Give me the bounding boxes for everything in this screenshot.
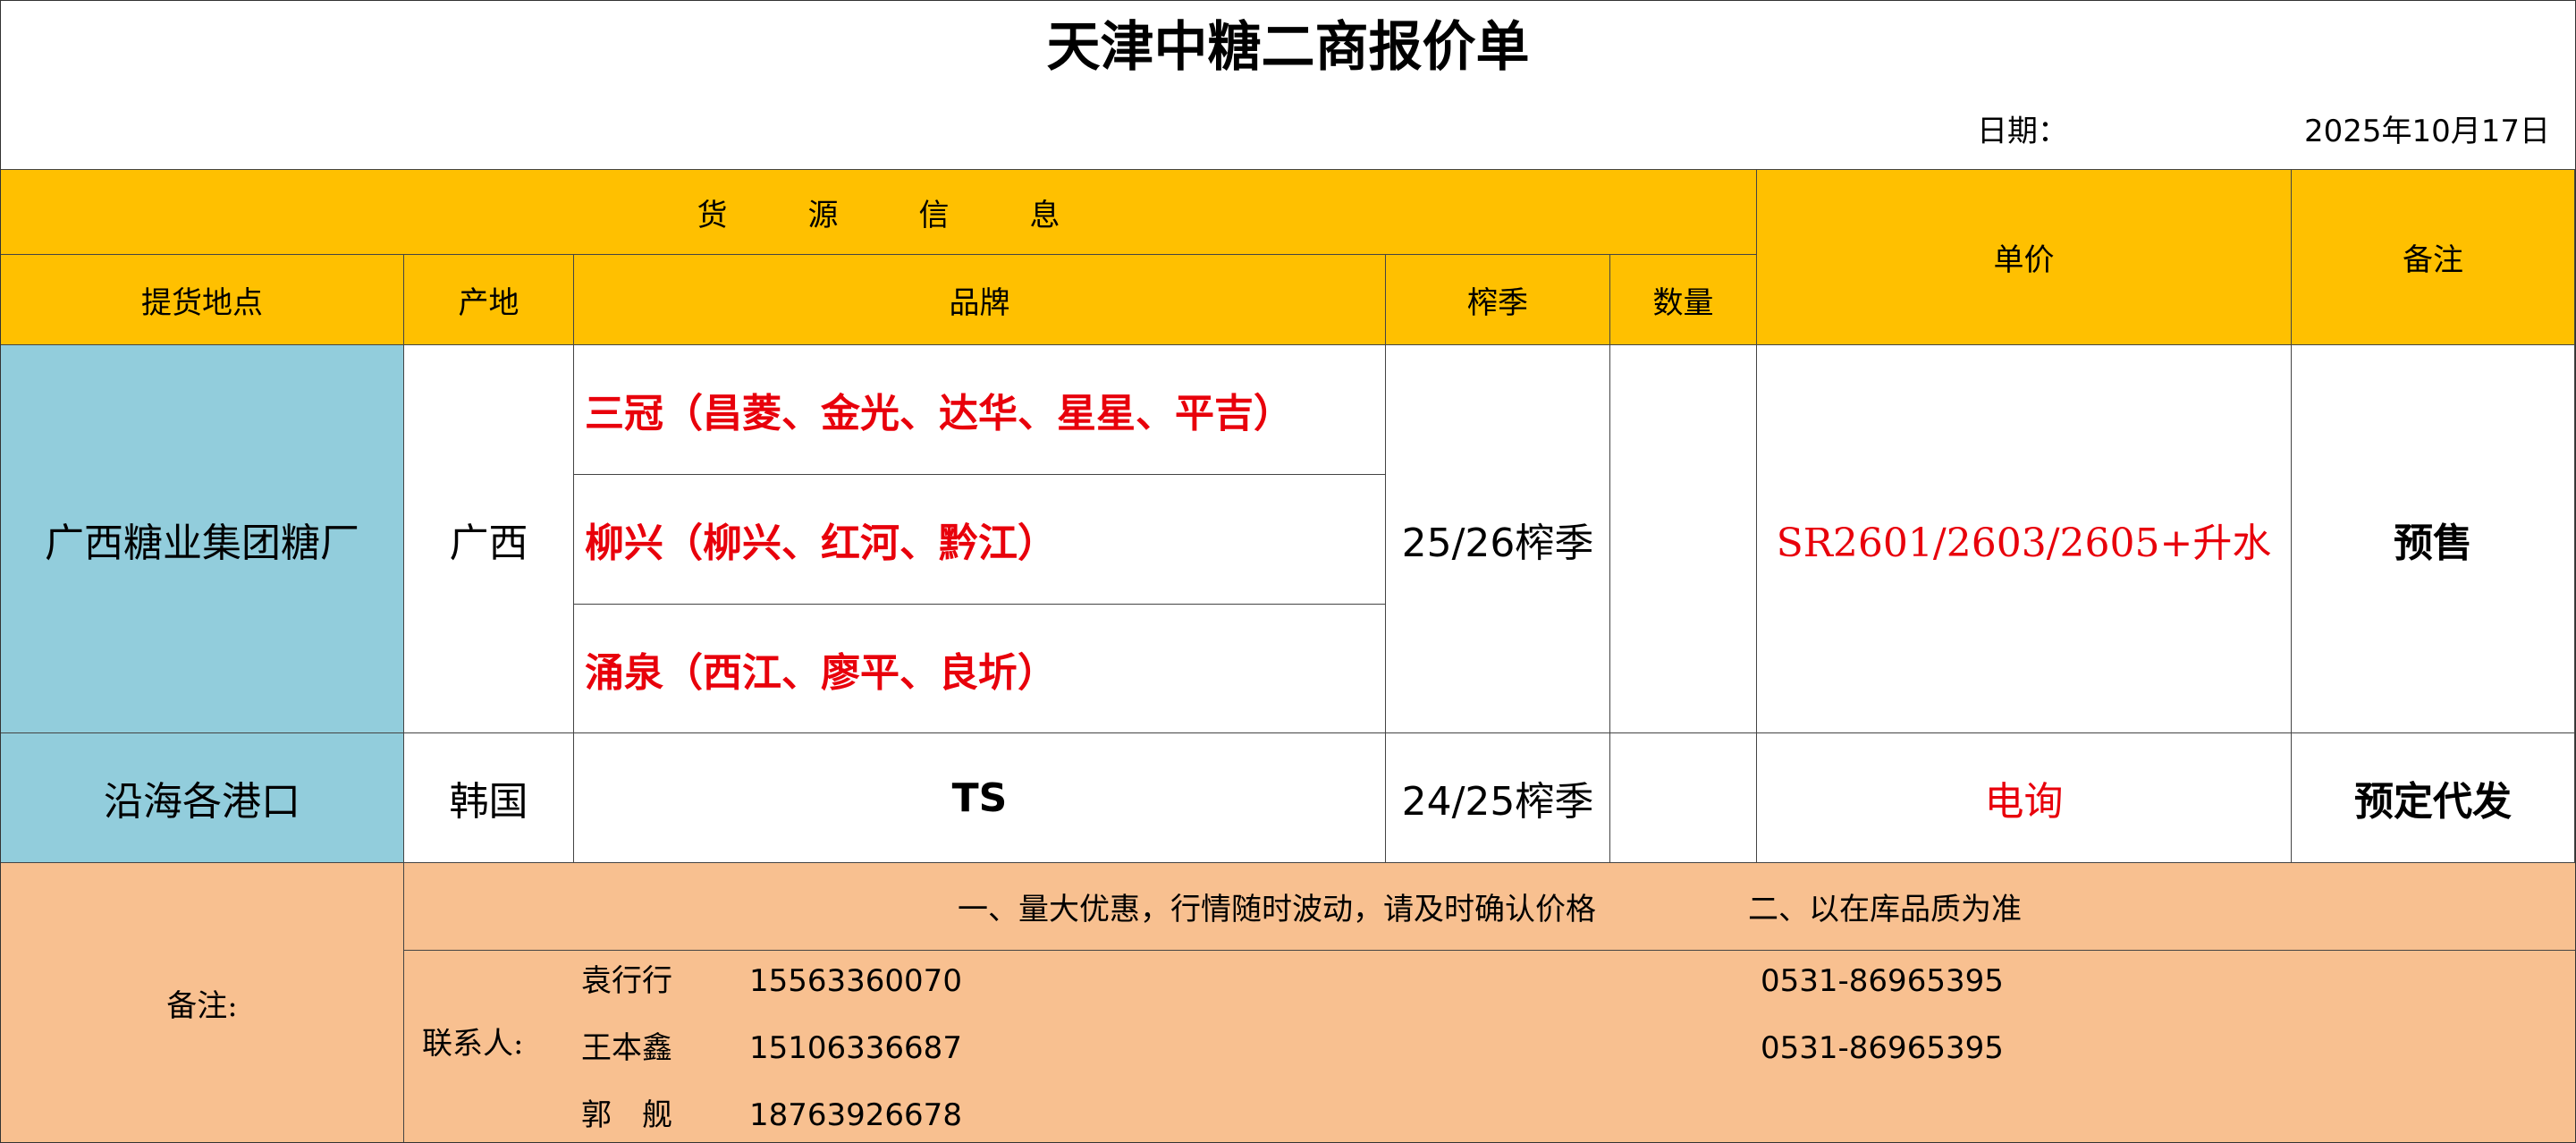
- contact-2-mobile: 15106336687: [749, 1030, 962, 1066]
- location-header: 提货地点: [1, 255, 404, 345]
- contact-1-phone: 0531-86965395: [1761, 963, 2004, 999]
- season-header: 榨季: [1386, 255, 1610, 345]
- quantity-header: 数量: [1610, 255, 1757, 345]
- contact-1-mobile: 15563360070: [749, 963, 962, 999]
- notice-1: 一、量大优惠，行情随时波动，请及时确认价格: [958, 892, 1596, 927]
- date-label: 日期：: [1977, 114, 2068, 149]
- contact-2-name: 王本鑫: [581, 1030, 672, 1066]
- brand-header: 品牌: [574, 255, 1386, 345]
- contact-1-name: 袁行行: [581, 963, 672, 999]
- date-value: 2025年10月17日: [2303, 114, 2550, 149]
- notice-2: 二、以在库品质为准: [1748, 892, 2022, 927]
- row1-origin: 广西: [404, 345, 574, 733]
- origin-header: 产地: [404, 255, 574, 345]
- remark-header: 备注: [2292, 169, 2575, 345]
- page-title: 天津中糖二商报价单: [1046, 16, 1530, 79]
- row1-brand-2: 柳兴（柳兴、红河、黔江）: [574, 475, 1386, 605]
- row2-season: 24/25榨季: [1386, 733, 1610, 863]
- row1-location: 广西糖业集团糖厂: [1, 345, 404, 733]
- row1-brand-1: 三冠（昌菱、金光、达华、星星、平吉）: [574, 345, 1386, 475]
- row1-quantity: [1610, 345, 1757, 733]
- footer-label: 备注:: [1, 863, 404, 1142]
- row1-season: 25/26榨季: [1386, 345, 1610, 733]
- row1-price: SR2601/2603/2605+升水: [1757, 345, 2292, 733]
- contacts-area: 联系人: 袁行行 15563360070 0531-86965395 王本鑫 1…: [404, 951, 2575, 1142]
- quote-sheet: 天津中糖二商报价单 日期： 2025年10月17日 货源信息 单价 备注 提货地…: [0, 0, 2576, 1143]
- contact-3-mobile: 18763926678: [749, 1097, 962, 1133]
- row2-location: 沿海各港口: [1, 733, 404, 863]
- contact-2-phone: 0531-86965395: [1761, 1030, 2004, 1066]
- row1-brand-3: 涌泉（西江、廖平、良圻）: [574, 605, 1386, 733]
- price-header: 单价: [1757, 169, 2292, 345]
- row1-remark: 预售: [2292, 345, 2575, 733]
- source-info-header: 货源信息: [1, 169, 1757, 255]
- row2-quantity: [1610, 733, 1757, 863]
- row2-remark: 预定代发: [2292, 733, 2575, 863]
- row2-price: 电询: [1757, 733, 2292, 863]
- source-info-label: 货源信息: [697, 197, 1141, 233]
- row2-origin: 韩国: [404, 733, 574, 863]
- footer-notices: 一、量大优惠，行情随时波动，请及时确认价格 二、以在库品质为准: [404, 863, 2575, 951]
- contact-label: 联系人:: [422, 1026, 524, 1062]
- contact-3-name: 郭 舰: [581, 1097, 672, 1133]
- row2-brand: TS: [574, 733, 1386, 863]
